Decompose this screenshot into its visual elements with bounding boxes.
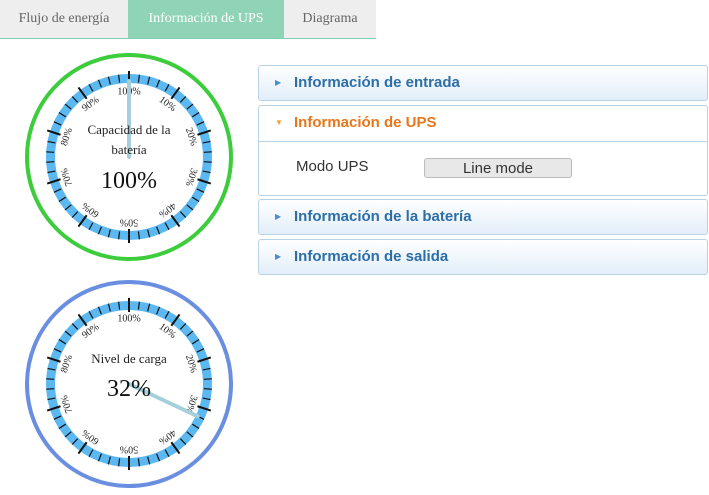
- tab-bar: Flujo de energía Información de UPS Diag…: [0, 0, 376, 39]
- caret-right-icon: ▶: [275, 78, 282, 87]
- load-level-gauge: 100% 10% 20% 30% 40% 50% 60% 70% 80% 90% Nivel de…: [23, 278, 235, 490]
- output-info-panel[interactable]: ▶ Información de salida: [258, 239, 708, 275]
- ups-mode-value: Line mode: [424, 158, 572, 178]
- scale-label: 50%: [120, 444, 138, 455]
- tab-ups-info[interactable]: Información de UPS: [128, 0, 284, 38]
- caret-right-icon: ▶: [275, 212, 282, 221]
- tab-diagram[interactable]: Diagrama: [284, 0, 376, 38]
- battery-info-title: Información de la batería: [294, 208, 472, 225]
- scale-label: 100%: [117, 313, 140, 324]
- minor-tick: [203, 161, 212, 163]
- caret-down-icon: ▼: [275, 118, 283, 127]
- battery-info-panel[interactable]: ▶ Información de la batería: [258, 199, 708, 235]
- ups-info-title: Información de UPS: [294, 114, 437, 131]
- ups-info-panel[interactable]: ▼ Información de UPS: [258, 105, 708, 142]
- scale-label: 50%: [120, 217, 138, 228]
- input-info-panel[interactable]: ▶ Información de entrada: [258, 65, 708, 101]
- caret-right-icon: ▶: [275, 252, 282, 261]
- ups-mode-label: Modo UPS: [296, 158, 369, 175]
- battery-capacity-gauge: 100%10%20%30%40%50%60%70%80%90% Capacida…: [23, 51, 235, 263]
- gauge-label-line2: batería: [111, 142, 147, 157]
- load-level-value: 32%: [107, 376, 151, 402]
- gauge-label-line1: Nivel de carga: [91, 351, 167, 366]
- battery-capacity-value: 100%: [101, 168, 157, 194]
- gauge-label-line1: Capacidad de la: [87, 122, 171, 137]
- minor-tick: [46, 161, 55, 163]
- tab-power-flow[interactable]: Flujo de energía: [0, 0, 128, 38]
- input-info-title: Información de entrada: [294, 74, 460, 91]
- output-info-title: Información de salida: [294, 248, 449, 265]
- ups-info-body: Modo UPS Line mode: [258, 142, 708, 196]
